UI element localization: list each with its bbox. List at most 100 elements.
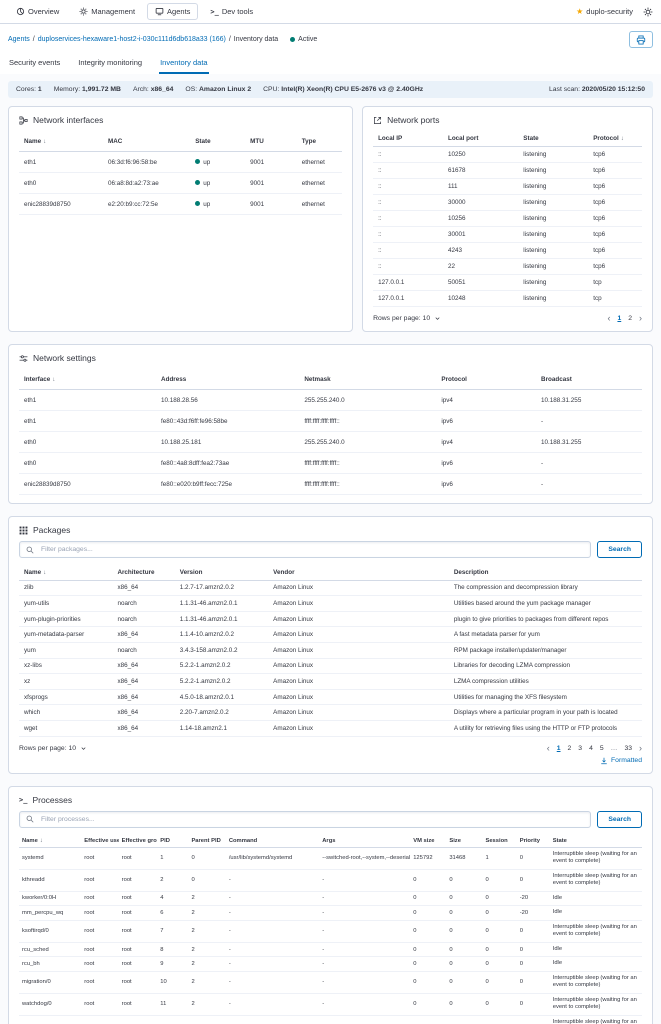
breadcrumb-current: Inventory data	[234, 36, 278, 43]
table-cell: 10.188.31.255	[536, 390, 642, 411]
network-settings-icon	[19, 354, 28, 363]
panel-title-text: Network settings	[33, 353, 96, 363]
tab-security-events[interactable]: Security events	[8, 55, 61, 74]
table-cell: wget	[19, 720, 112, 736]
table-cell: /usr/lib/systemd/systemd	[226, 847, 319, 869]
column-header-address[interactable]: Address	[156, 369, 299, 390]
search-icon	[26, 546, 34, 554]
table-row: eth106:3d:f6:96:58:beup9001ethernet	[19, 152, 342, 173]
settings-gear-icon[interactable]	[643, 7, 653, 17]
filter-processes-input[interactable]	[39, 815, 584, 824]
column-header-interface[interactable]: Interface↓	[19, 369, 156, 390]
page-number-2[interactable]: 2	[568, 745, 572, 752]
export-pdf-button[interactable]	[629, 31, 653, 48]
table-cell: 1.1.31-46.amzn2.0.1	[175, 611, 268, 627]
table-cell: Amazon Linux	[268, 674, 449, 690]
column-header-protocol[interactable]: Protocol↓	[588, 131, 642, 147]
column-header-broadcast[interactable]: Broadcast	[536, 369, 642, 390]
table-cell: -	[226, 1015, 319, 1024]
table-cell: ffff:ffff:ffff:ffff::	[299, 453, 436, 474]
page-number-5[interactable]: 5	[600, 745, 604, 752]
column-header-state[interactable]: State	[550, 835, 642, 848]
column-header-size[interactable]: Size	[446, 835, 482, 848]
table-cell: ::	[373, 179, 443, 195]
breadcrumb-agent-link[interactable]: duploservices-hexaware1-host2-i-030c111d…	[38, 36, 226, 43]
table-row: kthreaddrootroot20--0000Interruptible sl…	[19, 869, 642, 891]
column-header-priority[interactable]: Priority	[517, 835, 550, 848]
column-header-vm-size[interactable]: VM size	[410, 835, 446, 848]
processes-search-button[interactable]: Search	[597, 811, 642, 828]
column-header-session[interactable]: Session	[482, 835, 516, 848]
table-cell: 0	[482, 906, 516, 921]
agents-icon	[155, 7, 164, 16]
table-row: eth1fe80::43d:f6ff:fe96:58beffff:ffff:ff…	[19, 411, 642, 432]
table-cell: enic28839d8750	[19, 194, 103, 215]
nav-item-dev-tools[interactable]: >_ Dev tools	[202, 3, 261, 20]
column-header-protocol[interactable]: Protocol	[436, 369, 536, 390]
nav-item-overview[interactable]: Overview	[8, 3, 67, 20]
table-cell: ksoftirqd/0	[19, 920, 81, 942]
table-cell: root	[119, 891, 158, 906]
tenant-selector[interactable]: ★ duplo-security	[576, 7, 633, 16]
status-label: Active	[298, 36, 317, 43]
column-header-netmask[interactable]: Netmask	[299, 369, 436, 390]
page-number-2[interactable]: 2	[628, 315, 632, 322]
table-cell: eth0	[19, 173, 103, 194]
column-header-pid[interactable]: PID	[157, 835, 188, 848]
column-header-description[interactable]: Description	[449, 565, 642, 580]
table-cell: 2	[188, 920, 225, 942]
page-number-1[interactable]: 1	[557, 745, 561, 752]
pager-prev-icon[interactable]: ‹	[547, 744, 550, 753]
column-header-local-ip[interactable]: Local IP	[373, 131, 443, 147]
table-cell: -	[536, 474, 642, 495]
table-cell: ::	[373, 147, 443, 163]
table-cell: 7	[157, 920, 188, 942]
packages-search-button[interactable]: Search	[597, 541, 642, 558]
rows-per-page-selector[interactable]: Rows per page: 10	[373, 315, 441, 322]
table-cell: -	[319, 891, 410, 906]
column-header-effective-group[interactable]: Effective group	[119, 835, 158, 848]
panel-title-text: Network ports	[387, 115, 439, 125]
tab-inventory-data[interactable]: Inventory data	[159, 55, 209, 74]
nav-item-agents[interactable]: Agents	[147, 3, 198, 20]
tab-integrity-monitoring[interactable]: Integrity monitoring	[77, 55, 143, 74]
page-number-1[interactable]: 1	[617, 315, 621, 322]
download-formatted-link[interactable]: Formatted	[600, 757, 642, 765]
column-header-name[interactable]: Name↓	[19, 131, 103, 152]
state-cell: up	[190, 152, 245, 173]
filter-packages-input[interactable]	[39, 545, 584, 554]
table-cell: root	[81, 847, 118, 869]
column-header-state[interactable]: State	[190, 131, 245, 152]
pager-next-icon[interactable]: ›	[639, 744, 642, 753]
column-header-command[interactable]: Command	[226, 835, 319, 848]
page-number-4[interactable]: 4	[589, 745, 593, 752]
table-row: ::22listeningtcp6	[373, 259, 642, 275]
column-header-architecture[interactable]: Architecture	[112, 565, 174, 580]
breadcrumb-agents-link[interactable]: Agents	[8, 36, 30, 43]
column-header-parent-pid[interactable]: Parent PID	[188, 835, 225, 848]
column-header-name[interactable]: Name↓	[19, 565, 112, 580]
column-header-local-port[interactable]: Local port	[443, 131, 518, 147]
column-header-mtu[interactable]: MTU	[245, 131, 297, 152]
pager-prev-icon[interactable]: ‹	[607, 314, 610, 323]
column-header-type[interactable]: Type	[297, 131, 342, 152]
column-header-vendor[interactable]: Vendor	[268, 565, 449, 580]
column-header-mac[interactable]: MAC	[103, 131, 190, 152]
column-header-args[interactable]: Args	[319, 835, 410, 848]
table-cell: Amazon Linux	[268, 689, 449, 705]
table-cell: kworker/0:0H	[19, 891, 81, 906]
table-row: eth110.188.28.56255.255.240.0ipv410.188.…	[19, 390, 642, 411]
nav-item-management[interactable]: Management	[71, 3, 143, 20]
rows-per-page-selector[interactable]: Rows per page: 10	[19, 745, 87, 752]
table-cell: enic28839d8750	[19, 474, 156, 495]
column-header-effective-user[interactable]: Effective user	[81, 835, 118, 848]
pager-ellipsis: …	[611, 745, 618, 752]
column-header-version[interactable]: Version	[175, 565, 268, 580]
page-number-33[interactable]: 33	[624, 745, 632, 752]
table-row: eth006:a8:8d:a2:73:aeup9001ethernet	[19, 173, 342, 194]
column-header-state[interactable]: State	[518, 131, 588, 147]
column-header-name[interactable]: Name↓	[19, 835, 81, 848]
table-cell: root	[81, 920, 118, 942]
page-number-3[interactable]: 3	[578, 745, 582, 752]
pager-next-icon[interactable]: ›	[639, 314, 642, 323]
